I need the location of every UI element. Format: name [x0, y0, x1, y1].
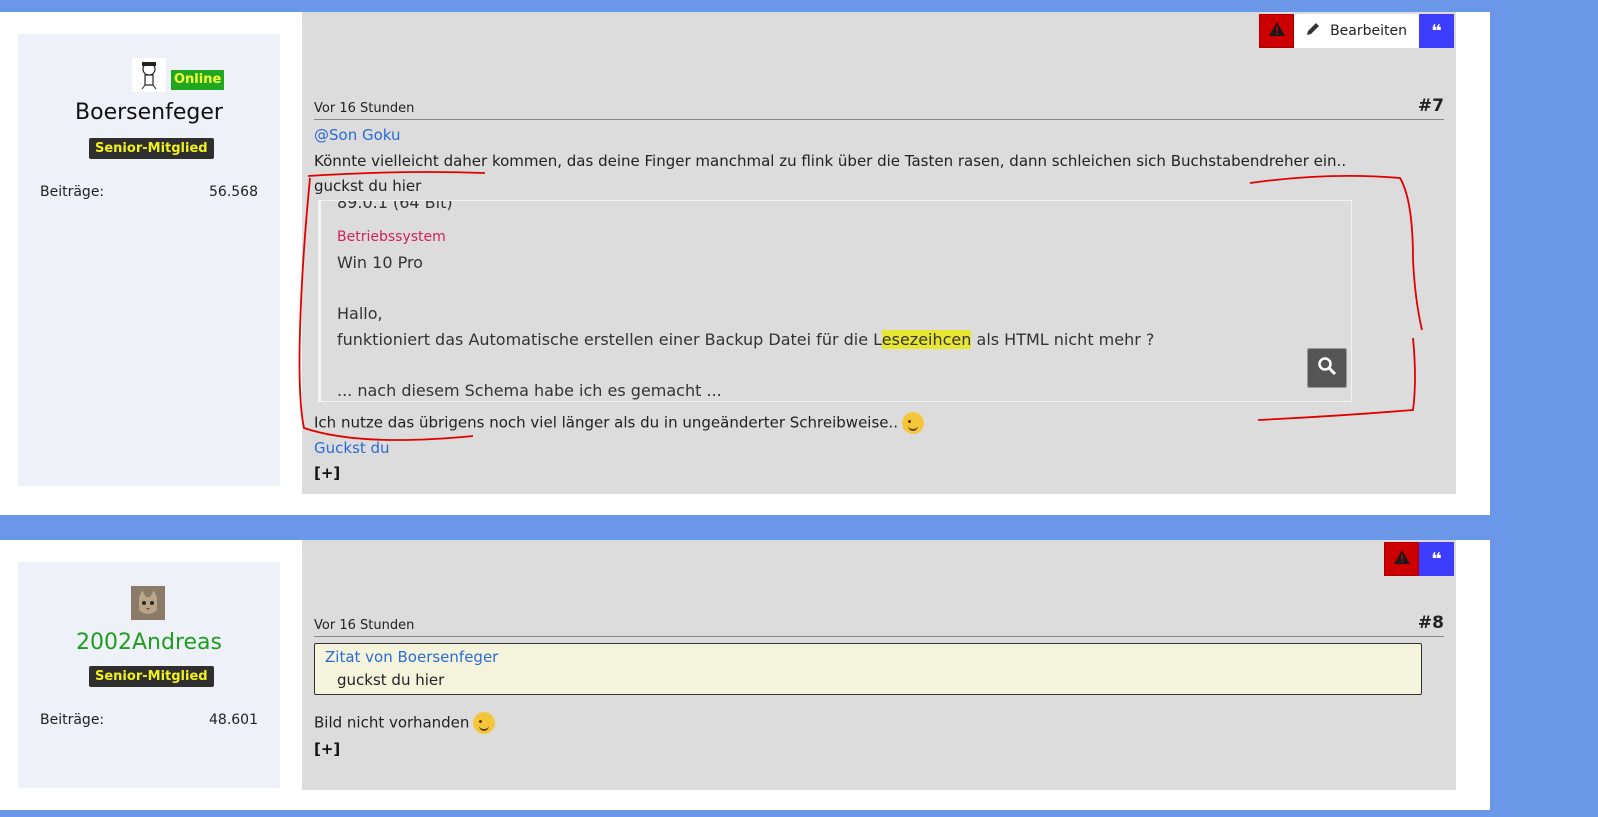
zoom-button[interactable] — [1307, 348, 1347, 388]
embed-text: 89.0.1 (64 Bit) — [337, 200, 453, 212]
post-actions: ❝ — [1384, 542, 1454, 576]
post-count-label: Beiträge: — [40, 712, 105, 728]
post-text-line: Bild nicht vorhanden — [314, 712, 496, 734]
pencil-icon — [1306, 22, 1320, 40]
quote-button[interactable]: ❝ — [1419, 542, 1454, 576]
post-number[interactable]: #7 — [1418, 96, 1444, 116]
online-status-badge: Online — [171, 70, 225, 90]
post-8: 2002Andreas Senior-Mitglied Beiträge: 48… — [0, 540, 1490, 810]
edit-button[interactable]: Bearbeiten — [1294, 14, 1419, 48]
expand-toggle[interactable]: [+] — [314, 740, 340, 758]
link[interactable]: Guckst du — [314, 439, 390, 457]
post-count-value: 48.601 — [209, 712, 258, 728]
edit-button-label: Bearbeiten — [1330, 23, 1407, 39]
post-time: Vor 16 Stunden — [314, 618, 415, 633]
post-count: Beiträge: 48.601 — [40, 712, 258, 728]
rank-badge: Senior-Mitglied — [89, 138, 214, 159]
quote-block: Zitat von Boersenfeger guckst du hier — [314, 643, 1422, 695]
post-count-value: 56.568 — [209, 184, 258, 200]
post-count-label: Beiträge: — [40, 184, 105, 200]
post-meta: Vor 16 Stunden #7 — [314, 96, 1444, 120]
rank-badge: Senior-Mitglied — [89, 666, 214, 687]
post-text: Bild nicht vorhanden — [314, 713, 470, 732]
avatar[interactable] — [132, 58, 166, 92]
user-info-panel: Online Boersenfeger Senior-Mitglied Beit… — [18, 34, 280, 486]
embed-text: ... nach diesem Schema habe ich es gemac… — [337, 381, 722, 400]
post-number[interactable]: #8 — [1418, 613, 1444, 633]
post-text-line: Könnte vielleicht daher kommen, das dein… — [314, 152, 1347, 170]
wink-emoji-icon — [473, 712, 496, 734]
post-content: ❝ Vor 16 Stunden #8 Zitat von Boersenfeg… — [302, 540, 1456, 790]
quote-icon: ❝ — [1431, 548, 1442, 570]
warning-icon — [1393, 550, 1410, 568]
post-count: Beiträge: 56.568 — [40, 184, 258, 200]
post-actions: Bearbeiten ❝ — [1259, 14, 1454, 48]
post-text-line: guckst du hier — [314, 177, 422, 195]
avatar[interactable] — [131, 586, 165, 620]
quote-icon: ❝ — [1431, 20, 1442, 42]
embed-text-part: als HTML nicht mehr ? — [971, 330, 1155, 349]
embed-os-value: Win 10 Pro — [337, 253, 423, 272]
embed-text-part: funktioniert das Automatische erstellen … — [337, 330, 882, 349]
embedded-image[interactable]: 89.0.1 (64 Bit) Betriebssystem Win 10 Pr… — [318, 200, 1352, 402]
post-7: Online Boersenfeger Senior-Mitglied Beit… — [0, 12, 1490, 515]
quote-text: guckst du hier — [337, 671, 445, 689]
post-text: Ich nutze das übrigens noch viel länger … — [314, 413, 899, 432]
quote-button[interactable]: ❝ — [1419, 14, 1454, 48]
username[interactable]: Boersenfeger — [18, 100, 280, 125]
user-mention[interactable]: @Son Goku — [314, 126, 401, 144]
report-button[interactable] — [1384, 542, 1419, 576]
highlighted-typo: esezeihcen — [881, 330, 972, 349]
post-time: Vor 16 Stunden — [314, 101, 415, 116]
post-text-line: Ich nutze das übrigens noch viel länger … — [314, 412, 925, 434]
post-meta: Vor 16 Stunden #8 — [314, 613, 1444, 637]
username[interactable]: 2002Andreas — [18, 630, 280, 655]
quote-author-link[interactable]: Zitat von Boersenfeger — [325, 648, 498, 666]
magnifier-icon — [1317, 356, 1337, 380]
warning-icon — [1268, 22, 1285, 40]
embed-text: funktioniert das Automatische erstellen … — [337, 330, 1154, 349]
expand-toggle[interactable]: [+] — [314, 464, 340, 482]
embed-os-label: Betriebssystem — [337, 229, 446, 245]
post-content: Bearbeiten ❝ Vor 16 Stunden #7 @Son Goku… — [302, 12, 1456, 494]
user-info-panel: 2002Andreas Senior-Mitglied Beiträge: 48… — [18, 562, 280, 788]
report-button[interactable] — [1259, 14, 1295, 48]
embed-text: Hallo, — [337, 304, 383, 323]
wink-emoji-icon — [902, 412, 925, 434]
